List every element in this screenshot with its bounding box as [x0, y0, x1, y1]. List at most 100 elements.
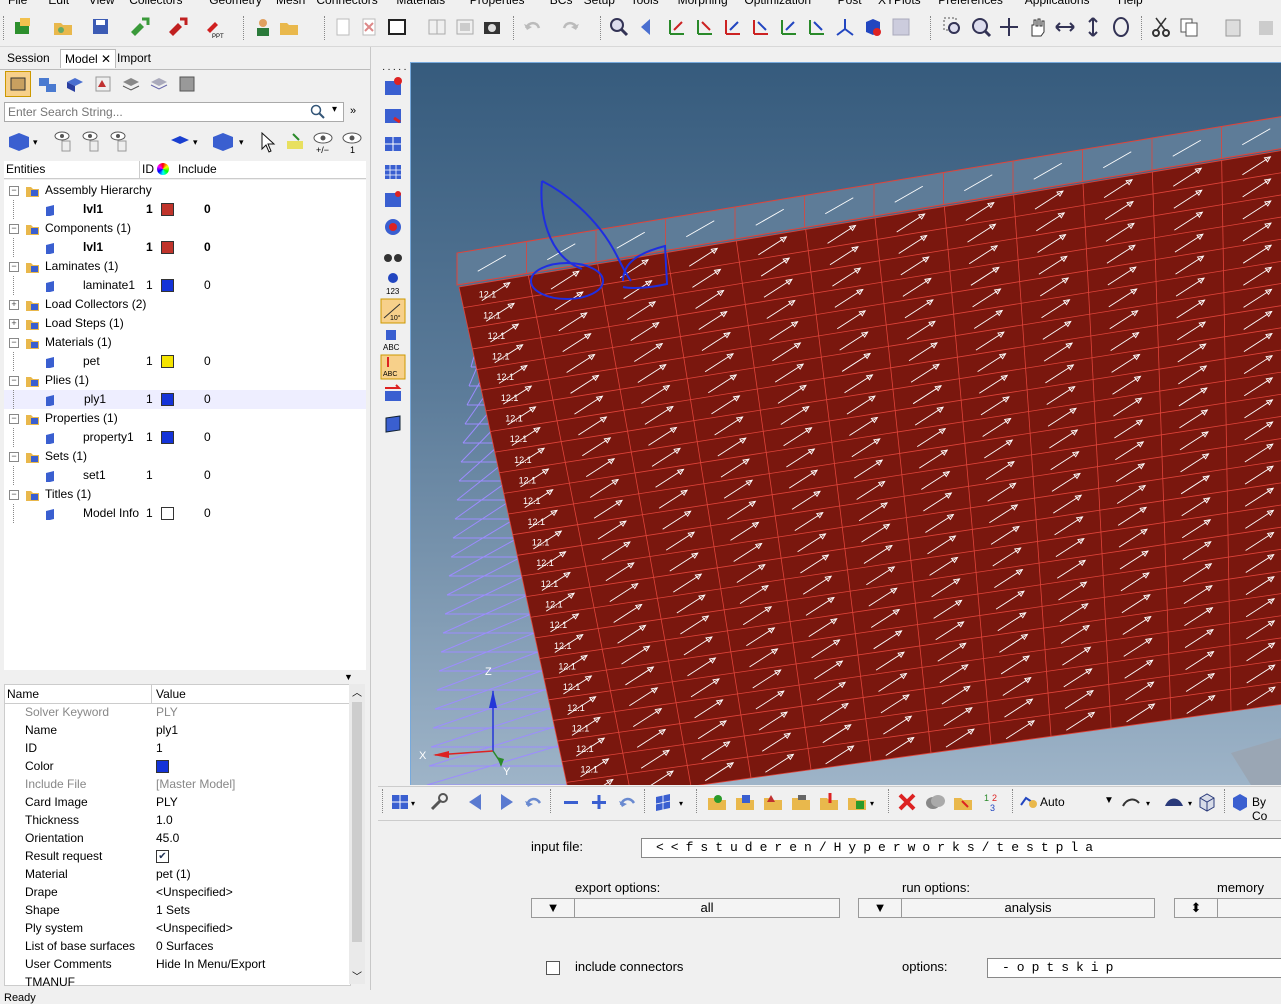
- tree-entity-row[interactable]: set1 1 0: [4, 466, 366, 485]
- save-icon[interactable]: [90, 16, 112, 38]
- menu-preferences[interactable]: Preferences: [938, 0, 1003, 7]
- property-row[interactable]: ID 1: [5, 739, 350, 757]
- menu-materials[interactable]: Materials: [396, 0, 445, 7]
- props-scrollbar[interactable]: ︿ ﹀: [349, 684, 365, 984]
- scroll-thumb[interactable]: [352, 702, 362, 942]
- window-layout-icon[interactable]: [386, 16, 408, 38]
- tree-entity-row[interactable]: ply1 1 0: [4, 390, 366, 409]
- auto-dropdown-icon[interactable]: ▼: [1104, 795, 1114, 806]
- menu-bcs[interactable]: BCs: [550, 0, 573, 7]
- view-xy-icon[interactable]: [666, 16, 688, 38]
- options-field[interactable]: -optskip: [987, 958, 1281, 978]
- pan-vertical-icon[interactable]: [1082, 16, 1104, 38]
- user-icon[interactable]: [252, 16, 274, 38]
- view-yz-icon[interactable]: [806, 16, 828, 38]
- auto-view-icon[interactable]: [1018, 791, 1040, 813]
- tree-folder-row[interactable]: + Load Steps (1): [4, 314, 366, 333]
- rotate-icon[interactable]: [1110, 16, 1132, 38]
- reset-icon[interactable]: [522, 791, 544, 813]
- pan-cross-icon[interactable]: [998, 16, 1020, 38]
- pointer-icon[interactable]: [258, 131, 278, 153]
- label-abc-icon[interactable]: ABC: [382, 328, 404, 354]
- menu-connectors[interactable]: Connectors: [316, 0, 377, 7]
- tree-folder-row[interactable]: − Components (1): [4, 219, 366, 238]
- plane-icon[interactable]: [382, 412, 404, 434]
- delete-page-icon[interactable]: [358, 16, 380, 38]
- property-row[interactable]: Result request ✔: [5, 847, 350, 865]
- property-row[interactable]: Shape 1 Sets: [5, 901, 350, 919]
- find-icon[interactable]: [952, 791, 974, 813]
- property-row[interactable]: List of base surfaces 0 Surfaces: [5, 937, 350, 955]
- property-value[interactable]: PLY: [156, 703, 178, 721]
- hand-pan-icon[interactable]: [1026, 16, 1048, 38]
- menu-properties[interactable]: Properties: [470, 0, 525, 7]
- wrench-icon[interactable]: [428, 791, 450, 813]
- col-include[interactable]: Include: [178, 161, 217, 177]
- graphics-viewport[interactable]: 12.1 12.1 12.1 12.1 12.1 12.1 12.1 12.1 12.1 12.1…: [410, 62, 1281, 785]
- split-view-icon[interactable]: [426, 16, 448, 38]
- view-yx-icon[interactable]: [694, 16, 716, 38]
- property-value[interactable]: 1 Sets: [156, 901, 190, 919]
- mesh-elements[interactable]: [456, 115, 1281, 785]
- render-options-icon[interactable]: [890, 16, 912, 38]
- run-options-toggle[interactable]: ▼: [858, 898, 902, 918]
- property-row[interactable]: Drape <Unspecified>: [5, 883, 350, 901]
- export-ppt-icon[interactable]: PPT: [204, 16, 226, 38]
- color-swatch[interactable]: [161, 279, 174, 292]
- view-iso-icon[interactable]: [834, 16, 856, 38]
- memory-options-button[interactable]: [1217, 898, 1281, 918]
- show-one-eye-icon[interactable]: 1: [340, 129, 366, 155]
- display-mode-icon[interactable]: ▾: [6, 129, 40, 153]
- element-display-icon[interactable]: [382, 188, 404, 210]
- show-eye-icon[interactable]: [52, 129, 76, 153]
- property-row[interactable]: Material pet (1): [5, 865, 350, 883]
- laminate-view-icon[interactable]: [148, 73, 170, 95]
- shell-display-icon[interactable]: [382, 132, 404, 154]
- property-row[interactable]: TMANUF: [5, 973, 350, 991]
- menu-setup[interactable]: Setup: [584, 0, 615, 7]
- property-value[interactable]: [Master Model]: [156, 775, 235, 793]
- color-swatch[interactable]: [161, 393, 174, 406]
- material-folder-icon[interactable]: [762, 791, 784, 813]
- col-id[interactable]: ID: [142, 161, 154, 177]
- tab-session[interactable]: Session: [3, 49, 54, 67]
- solid-view-icon[interactable]: ▾: [210, 129, 248, 153]
- section-cut-icon[interactable]: ▾: [1120, 791, 1156, 813]
- property-row[interactable]: Include File [Master Model]: [5, 775, 350, 793]
- color-mode-icon[interactable]: ▾: [168, 131, 202, 153]
- tree-entity-row[interactable]: Model Info 1 0: [4, 504, 366, 523]
- ply-view-icon[interactable]: [176, 73, 198, 95]
- tree-entity-row[interactable]: property1 1 0: [4, 428, 366, 447]
- property-value[interactable]: PLY: [156, 793, 178, 811]
- delete-icon[interactable]: [1254, 16, 1276, 38]
- tree-folder-row[interactable]: − Titles (1): [4, 485, 366, 504]
- load-folder-icon[interactable]: [818, 791, 840, 813]
- mask-icon[interactable]: [382, 76, 404, 98]
- new-page-icon[interactable]: [332, 16, 354, 38]
- color-swatch[interactable]: [161, 355, 174, 368]
- expand-toggle-icon[interactable]: +: [9, 300, 19, 310]
- menu-geometry[interactable]: Geometry: [209, 0, 262, 7]
- property-value[interactable]: pet (1): [156, 865, 191, 883]
- memory-options-toggle[interactable]: ⬍: [1174, 898, 1218, 918]
- isolate-eye-icon[interactable]: [108, 129, 132, 153]
- import-icon[interactable]: [128, 16, 150, 38]
- tree-entity-row[interactable]: pet 1 0: [4, 352, 366, 371]
- model-folder-icon[interactable]: [706, 791, 728, 813]
- menu-applications[interactable]: Applications: [1025, 0, 1090, 7]
- menu-help[interactable]: Help: [1118, 0, 1143, 7]
- cube-icon[interactable]: [1196, 791, 1218, 813]
- hide-eye-icon[interactable]: [80, 129, 104, 153]
- color-swatch[interactable]: [161, 507, 174, 520]
- show-all-eye-icon[interactable]: +/−: [310, 129, 336, 155]
- menu-post[interactable]: Post: [838, 0, 862, 7]
- redo-icon[interactable]: [560, 16, 582, 38]
- angle-measure-icon[interactable]: 10°: [380, 298, 406, 324]
- by-comp-icon[interactable]: [1230, 791, 1250, 813]
- binoculars-icon[interactable]: [382, 244, 404, 266]
- search-dropdown-icon[interactable]: ▾: [332, 104, 337, 115]
- menu-collectors[interactable]: Collectors: [129, 0, 182, 7]
- property-value[interactable]: Hide In Menu/Export: [156, 955, 265, 973]
- copy-icon[interactable]: [1178, 16, 1200, 38]
- tree-folder-row[interactable]: − Properties (1): [4, 409, 366, 428]
